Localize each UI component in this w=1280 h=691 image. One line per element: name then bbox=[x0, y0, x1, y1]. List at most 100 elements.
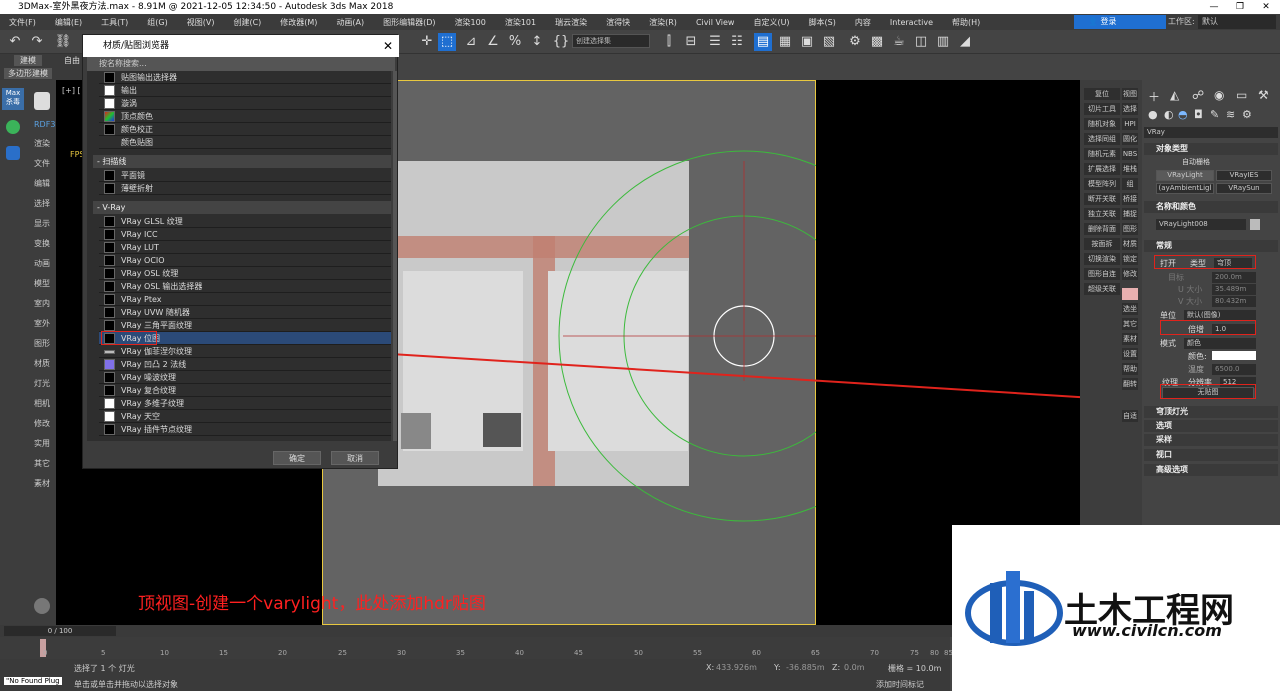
no-map-button[interactable]: 无贴图 bbox=[1162, 387, 1254, 399]
section-advanced[interactable]: 高级选项 bbox=[1144, 464, 1278, 476]
lights-icon[interactable]: ◓ bbox=[1178, 108, 1188, 121]
a360-icon[interactable]: ◢ bbox=[956, 33, 974, 51]
u-size-field[interactable]: 35.489m bbox=[1212, 284, 1256, 295]
list-item[interactable]: 顶点颜色 bbox=[99, 110, 391, 123]
list-item[interactable]: 贴图输出选择器 bbox=[99, 71, 391, 84]
link-icon[interactable]: ⛓ bbox=[54, 33, 72, 51]
list-item[interactable]: 颜色校正 bbox=[99, 123, 391, 136]
dock-shape[interactable]: 图形 bbox=[34, 338, 50, 349]
section-general[interactable]: 常规 bbox=[1144, 240, 1278, 252]
menu-create[interactable]: 创建(C) bbox=[224, 17, 271, 28]
panel-btn-expand-sel[interactable]: 扩展选择 bbox=[1084, 163, 1120, 175]
menu-edit[interactable]: 编辑(E) bbox=[46, 17, 92, 28]
dialog-scrollbar[interactable] bbox=[393, 71, 397, 441]
menu-view[interactable]: 视图(V) bbox=[178, 17, 225, 28]
list-item[interactable]: VRay 天空 bbox=[99, 410, 391, 423]
menu-content[interactable]: 内容 bbox=[846, 17, 881, 28]
list-item[interactable]: VRay 三角平面纹理 bbox=[99, 319, 391, 332]
panel-btn-delete-back[interactable]: 删除背面 bbox=[1084, 223, 1120, 235]
align-icon[interactable]: ⊟ bbox=[682, 33, 700, 51]
percent-snap-icon[interactable]: % bbox=[506, 33, 524, 51]
list-item[interactable]: VRay 凹凸 2 法线 bbox=[99, 358, 391, 371]
panel-btn-slice[interactable]: 切片工具 bbox=[1084, 103, 1120, 115]
dock-light[interactable]: 灯光 bbox=[34, 378, 50, 389]
panel-btn-snap[interactable]: 捕捉 bbox=[1122, 208, 1138, 220]
add-time-tag[interactable]: 添加时间标记 bbox=[876, 679, 924, 690]
on-checkbox[interactable]: 打开 bbox=[1160, 258, 1176, 269]
motion-tab-icon[interactable]: ◉ bbox=[1214, 88, 1224, 102]
panel-btn-random-elem[interactable]: 随机元素 bbox=[1084, 148, 1120, 160]
multiplier-field[interactable]: 1.0 bbox=[1212, 324, 1256, 335]
panel-btn-super-link[interactable]: 超级关联 bbox=[1084, 283, 1120, 295]
vrayies-button[interactable]: VRayIES bbox=[1216, 170, 1272, 181]
helpers-icon[interactable]: ✎ bbox=[1210, 108, 1219, 121]
schematic-view-icon[interactable]: ▣ bbox=[798, 33, 816, 51]
z-coord-field[interactable]: 0.0m bbox=[844, 663, 865, 672]
list-item[interactable]: VRay GLSL 纹理 bbox=[99, 215, 391, 228]
list-item[interactable]: VRay LUT bbox=[99, 241, 391, 254]
panel-btn-select[interactable]: 选择 bbox=[1122, 103, 1138, 115]
dock-file[interactable]: 文件 bbox=[34, 158, 50, 169]
vrayambientlight-button[interactable]: (ayAmbientLigl bbox=[1156, 183, 1214, 194]
menu-ruiyun[interactable]: 瑞云渲染 bbox=[546, 17, 597, 28]
panel-btn-break-link[interactable]: 断开关联 bbox=[1084, 193, 1120, 205]
x-coord-field[interactable]: 433.926m bbox=[716, 663, 757, 672]
shapes-icon[interactable]: ◐ bbox=[1164, 108, 1174, 121]
panel-btn-select-group[interactable]: 选择同组 bbox=[1084, 133, 1120, 145]
redo-icon[interactable]: ↷ bbox=[28, 33, 46, 51]
menu-customize[interactable]: 自定义(U) bbox=[744, 17, 799, 28]
panel-btn-material[interactable]: 材质 bbox=[1122, 238, 1138, 250]
cameras-icon[interactable]: ◘ bbox=[1194, 108, 1203, 121]
cancel-button[interactable]: 取消 bbox=[331, 451, 379, 465]
dock-rdf3[interactable]: RDF3 bbox=[34, 120, 55, 129]
panel-btn-other[interactable]: 其它 bbox=[1122, 318, 1138, 330]
dock-other[interactable]: 其它 bbox=[34, 458, 50, 469]
ribbon-tab-freeform[interactable]: 自由 bbox=[64, 55, 80, 66]
section-viewport[interactable]: 视口 bbox=[1144, 449, 1278, 461]
dock-utility[interactable]: 实用 bbox=[34, 438, 50, 449]
ribbon-tab-modeling[interactable]: 建模 bbox=[14, 55, 42, 66]
list-item[interactable]: VRay OSL 纹理 bbox=[99, 267, 391, 280]
menu-interactive[interactable]: Interactive bbox=[881, 18, 943, 27]
dialog-close-button[interactable]: ✕ bbox=[383, 35, 393, 57]
spinner-snap-icon[interactable]: ↕ bbox=[528, 33, 546, 51]
ribbon-poly-modeling[interactable]: 多边形建模 bbox=[4, 68, 52, 79]
maxscript-listener[interactable]: "No Found Plug bbox=[4, 677, 62, 685]
temperature-field[interactable]: 6500.0 bbox=[1212, 364, 1256, 375]
list-item[interactable]: 平面镜 bbox=[99, 169, 391, 182]
list-item[interactable]: VRay 多维子纹理 bbox=[99, 397, 391, 410]
panel-btn-nbs[interactable]: NBS bbox=[1122, 148, 1138, 160]
viewport-label[interactable]: [+] [ bbox=[62, 86, 81, 95]
settings-gear-icon[interactable] bbox=[34, 598, 50, 614]
undo-icon[interactable]: ↶ bbox=[6, 33, 24, 51]
panel-btn-shape-weld[interactable]: 图形自连 bbox=[1084, 268, 1120, 280]
menu-render101[interactable]: 渲染101 bbox=[496, 17, 546, 28]
menu-file[interactable]: 文件(F) bbox=[0, 17, 46, 28]
menu-xuandekuai[interactable]: 渲得快 bbox=[597, 17, 640, 28]
menu-civil-view[interactable]: Civil View bbox=[687, 18, 745, 27]
mirror-icon[interactable]: ⫿ bbox=[660, 33, 678, 51]
material-editor-icon[interactable]: ▧ bbox=[820, 33, 838, 51]
plugin-icon[interactable] bbox=[6, 120, 20, 134]
target-checkbox[interactable]: 目标 bbox=[1168, 272, 1184, 283]
curve-editor-icon[interactable]: ▦ bbox=[776, 33, 794, 51]
dock-exterior[interactable]: 室外 bbox=[34, 318, 50, 329]
section-options[interactable]: 选项 bbox=[1144, 420, 1278, 432]
track-bar[interactable]: 0 5 10 15 20 25 30 35 40 45 50 55 60 65 … bbox=[0, 637, 953, 659]
max-antivirus-logo[interactable]: Max 杀毒 bbox=[2, 88, 24, 110]
list-item[interactable]: VRay 伽菲涅尔纹理 bbox=[99, 345, 391, 358]
scene-explorer-icon[interactable]: ☷ bbox=[728, 33, 746, 51]
list-item[interactable]: VRay UVW 随机器 bbox=[99, 306, 391, 319]
list-item[interactable]: VRay ICC bbox=[99, 228, 391, 241]
render-cloud-icon[interactable]: ▥ bbox=[934, 33, 952, 51]
list-item[interactable]: VRay 插件节点纹理 bbox=[99, 423, 391, 436]
list-item[interactable]: VRay OCIO bbox=[99, 254, 391, 267]
login-button[interactable]: 👤 登录 bbox=[1074, 15, 1166, 29]
panel-btn-toggle-render[interactable]: 切换渲染 bbox=[1084, 253, 1120, 265]
hierarchy-tab-icon[interactable]: ☍ bbox=[1192, 88, 1204, 102]
dock-select[interactable]: 选择 bbox=[34, 198, 50, 209]
dock-render[interactable]: 渲染 bbox=[34, 138, 50, 149]
shield-blue-icon[interactable] bbox=[6, 146, 20, 160]
vraylight-button[interactable]: VRayLight bbox=[1156, 170, 1214, 181]
list-item[interactable]: 薄壁折射 bbox=[99, 182, 391, 195]
